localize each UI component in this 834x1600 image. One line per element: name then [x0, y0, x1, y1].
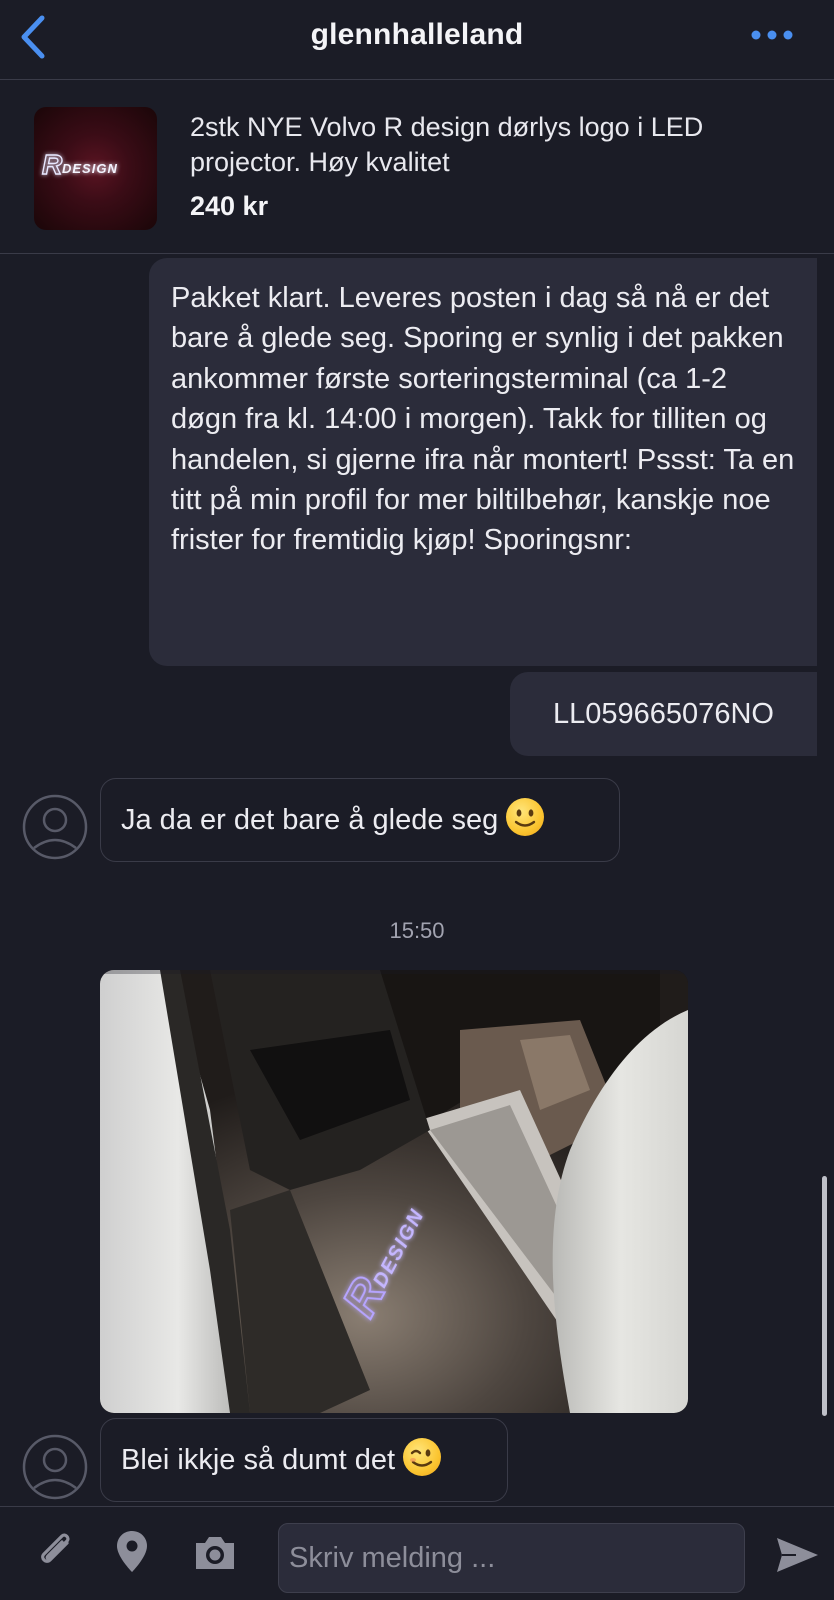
scrollbar[interactable]: [822, 1176, 827, 1416]
location-pin-icon: [117, 1531, 147, 1572]
slightly-smiling-face-icon: [506, 798, 545, 836]
rdesign-logo: R DESIGN: [41, 148, 118, 180]
incoming-message: Blei ikkje så dumt det: [100, 1418, 508, 1502]
svg-text:DESIGN: DESIGN: [62, 161, 118, 176]
avatar[interactable]: [22, 1434, 88, 1500]
chat-header: glennhalleland: [0, 0, 834, 80]
outgoing-message: Pakket klart. Leveres posten i dag så nå…: [149, 258, 817, 666]
listing-price: 240 kr: [190, 191, 269, 221]
camera-icon: [196, 1537, 234, 1569]
listing-card[interactable]: R DESIGN 2stk NYE Volvo R design dørlys …: [0, 82, 834, 254]
avatar[interactable]: [22, 794, 88, 860]
more-options-button[interactable]: [750, 25, 794, 45]
more-horizontal-icon: [751, 30, 793, 40]
user-avatar-icon: [22, 794, 88, 860]
attach-button[interactable]: [34, 1529, 80, 1580]
message-text: Ja da er det bare å glede seg: [121, 804, 499, 836]
outgoing-message: LL059665076NO: [510, 672, 817, 756]
listing-thumbnail: R DESIGN: [34, 107, 157, 230]
message-input[interactable]: [278, 1523, 745, 1593]
message-timestamp: 15:50: [389, 918, 445, 943]
message-composer: [0, 1506, 834, 1600]
location-button[interactable]: [114, 1529, 150, 1580]
tracking-number-text[interactable]: LL059665076NO: [553, 698, 774, 730]
chat-screen: glennhalleland R DESIGN 2stk NYE Volvo R…: [0, 0, 834, 1600]
message-text: Blei ikkje så dumt det: [121, 1444, 396, 1476]
svg-text:R: R: [42, 149, 63, 180]
paperclip-icon: [41, 1533, 70, 1563]
incoming-message: Ja da er det bare å glede seg: [100, 778, 620, 862]
send-button[interactable]: [774, 1535, 820, 1580]
winking-face-icon: [403, 1438, 442, 1476]
incoming-photo[interactable]: R DESIGN: [100, 970, 688, 1413]
send-icon: [777, 1538, 818, 1572]
car-door-photo: R DESIGN: [100, 970, 688, 1413]
conversation-title: glennhalleland: [310, 18, 524, 51]
message-text: Pakket klart. Leveres posten i dag så nå…: [171, 282, 795, 557]
listing-title: 2stk NYE Volvo R design dørlys logo i LE…: [190, 112, 704, 177]
user-avatar-icon: [22, 1434, 88, 1500]
camera-button[interactable]: [192, 1533, 238, 1578]
